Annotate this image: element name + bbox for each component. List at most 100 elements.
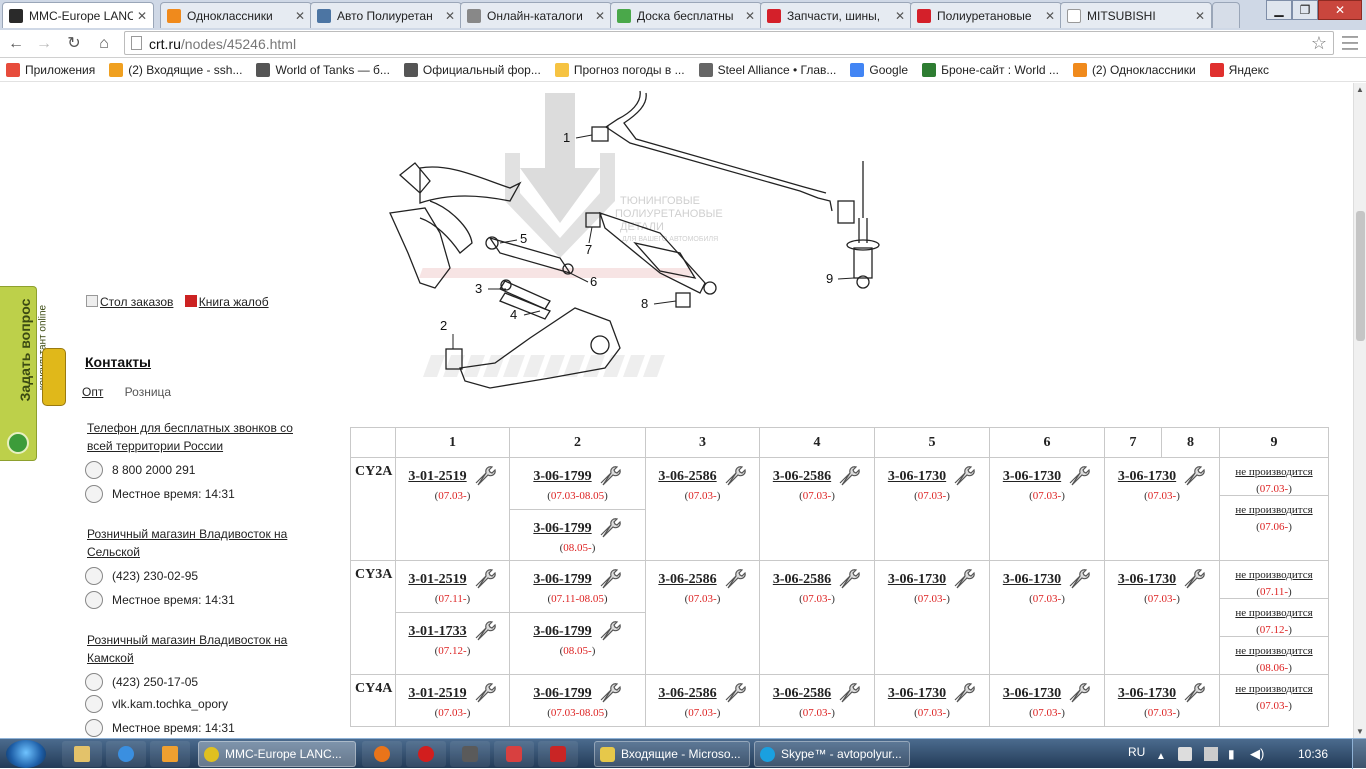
wrench-icon[interactable] [723, 464, 747, 486]
tray-expand-icon[interactable]: ▲ [1156, 751, 1166, 762]
media-taskbar-button[interactable] [150, 741, 190, 767]
wrench-icon[interactable] [473, 619, 497, 641]
close-tab-icon[interactable]: ✕ [295, 9, 305, 23]
part-number-link[interactable]: 3-06-1799 [533, 572, 591, 587]
bookmark-item[interactable]: Броне-сайт : World ... [922, 62, 1059, 77]
taskbar-clock[interactable]: 10:36 [1298, 747, 1328, 761]
tab-5[interactable]: Запчасти, шины, ✕ [760, 2, 912, 28]
flag-icon[interactable] [1204, 747, 1218, 761]
tab-0[interactable]: MMC-Europe LANC ✕ [2, 2, 154, 28]
minimize-icon[interactable]: ▁ [1266, 0, 1292, 20]
page-scrollbar[interactable]: ▲ ▼ [1353, 83, 1366, 738]
url-text[interactable]: crt.ru/nodes/45246.html [149, 36, 296, 52]
scroll-up-icon[interactable]: ▲ [1356, 85, 1364, 94]
wrench-icon[interactable] [1067, 567, 1091, 589]
ask-question-widget[interactable]: Задать вопрос консультант online [0, 286, 49, 461]
part-number-link[interactable]: 3-06-1730 [1118, 469, 1176, 484]
maximize-icon[interactable]: ❐ [1292, 0, 1318, 20]
part-number-link[interactable]: 3-06-1730 [888, 686, 946, 701]
wrench-icon[interactable] [952, 681, 976, 703]
forward-icon[interactable]: → [34, 34, 54, 54]
show-desktop-button[interactable] [1352, 739, 1366, 769]
wrench-icon[interactable] [1182, 464, 1206, 486]
part-link[interactable]: не производится [1235, 569, 1312, 581]
wrench-icon[interactable] [723, 567, 747, 589]
chrome-menu-icon[interactable]: ― ― ― [1342, 29, 1358, 57]
bookmark-item[interactable]: Google [850, 62, 908, 77]
bookmark-item[interactable]: World of Tanks — б... [256, 62, 390, 77]
wrench-icon[interactable] [598, 567, 622, 589]
wrench-icon[interactable] [1182, 567, 1206, 589]
bookmark-item[interactable]: Прогноз погоды в ... [554, 62, 685, 77]
part-link[interactable]: не производится [1235, 683, 1312, 695]
part-number-link[interactable]: 3-06-1799 [533, 469, 591, 484]
part-number-link[interactable]: 3-06-1730 [888, 572, 946, 587]
tab-2[interactable]: Авто Полиуретан ✕ [310, 2, 462, 28]
part-number-link[interactable]: 3-01-2519 [408, 686, 466, 701]
part-number-link[interactable]: 3-01-2519 [408, 469, 466, 484]
part-number-link[interactable]: 3-06-2586 [773, 469, 831, 484]
close-tab-icon[interactable]: ✕ [595, 9, 605, 23]
tab-6[interactable]: Полиуретановые ✕ [910, 2, 1062, 28]
taskbar-item-skype[interactable]: Skype™ - avtopolyur... [754, 741, 910, 767]
tab-roznica[interactable]: Розница [125, 385, 171, 399]
contact-skype-3[interactable]: vlk.kam.tochka_opory [112, 697, 228, 711]
bookmark-item[interactable]: Официальный фор... [403, 62, 541, 77]
wrench-icon[interactable] [473, 567, 497, 589]
part-number-link[interactable]: 3-06-2586 [658, 686, 716, 701]
home-icon[interactable]: ⌂ [94, 34, 114, 54]
bookmark-item[interactable]: (2) Входящие - ssh... [109, 62, 242, 77]
wrench-icon[interactable] [473, 464, 497, 486]
close-tab-icon[interactable]: ✕ [745, 9, 755, 23]
close-tab-icon[interactable]: ✕ [1045, 9, 1055, 23]
wrench-icon[interactable] [837, 464, 861, 486]
part-number-link[interactable]: 3-06-1730 [1118, 572, 1176, 587]
part-number-link[interactable]: 3-06-1730 [1118, 686, 1176, 701]
taskbar-app-2[interactable] [362, 741, 402, 767]
explorer-taskbar-button[interactable] [62, 741, 102, 767]
part-number-link[interactable]: 3-06-1730 [1003, 469, 1061, 484]
close-tab-icon[interactable]: ✕ [895, 9, 905, 23]
part-number-link[interactable]: 3-06-1730 [888, 469, 946, 484]
wrench-icon[interactable] [1067, 464, 1091, 486]
part-number-link[interactable]: 3-06-2586 [773, 572, 831, 587]
bookmark-item[interactable]: (2) Одноклассники [1072, 62, 1196, 77]
ie-taskbar-button[interactable] [106, 741, 146, 767]
part-number-link[interactable]: 3-06-2586 [658, 572, 716, 587]
part-link[interactable]: не производится [1235, 504, 1312, 516]
contact-title-1[interactable]: Телефон для бесплатных звонков со всей т… [87, 419, 317, 455]
wot-taskbar-button[interactable] [450, 741, 490, 767]
bookmark-star-icon[interactable]: ☆ [1311, 33, 1327, 54]
wrench-icon[interactable] [598, 619, 622, 641]
start-button[interactable] [6, 740, 46, 768]
bookmark-item[interactable]: Приложения [6, 62, 95, 77]
part-number-link[interactable]: 3-01-2519 [408, 572, 466, 587]
close-window-icon[interactable]: ✕ [1318, 0, 1362, 20]
taskbar-item-chrome[interactable]: MMC-Europe LANC... [198, 741, 356, 767]
reload-icon[interactable]: ↻ [64, 34, 84, 54]
scroll-down-icon[interactable]: ▼ [1356, 727, 1364, 736]
wrench-icon[interactable] [837, 681, 861, 703]
part-number-link[interactable]: 3-06-2586 [658, 469, 716, 484]
network-icon[interactable]: ▮ [1228, 747, 1235, 761]
taskbar-app-5[interactable] [494, 741, 534, 767]
bookmark-item[interactable]: Яндекс [1209, 62, 1269, 77]
close-tab-icon[interactable]: ✕ [137, 9, 147, 23]
opera-taskbar-button[interactable] [406, 741, 446, 767]
bookmark-item[interactable]: Steel Alliance • Глав... [698, 62, 836, 77]
taskbar-app-6[interactable] [538, 741, 578, 767]
part-link[interactable]: не производится [1235, 607, 1312, 619]
contact-title-2[interactable]: Розничный магазин Владивосток на Сельско… [87, 525, 317, 561]
contact-title-3[interactable]: Розничный магазин Владивосток на Камской [87, 631, 317, 667]
part-link[interactable]: не производится [1235, 645, 1312, 657]
order-table-link[interactable]: Стол заказов [100, 295, 173, 309]
part-link[interactable]: не производится [1235, 466, 1312, 478]
tray-app-icon[interactable] [1178, 747, 1192, 761]
close-tab-icon[interactable]: ✕ [445, 9, 455, 23]
wrench-icon[interactable] [723, 681, 747, 703]
wrench-icon[interactable] [598, 516, 622, 538]
tab-3[interactable]: Онлайн-каталоги ✕ [460, 2, 612, 28]
wrench-icon[interactable] [952, 567, 976, 589]
tab-7[interactable]: MITSUBISHI ✕ [1060, 2, 1212, 28]
part-number-link[interactable]: 3-06-1730 [1003, 572, 1061, 587]
